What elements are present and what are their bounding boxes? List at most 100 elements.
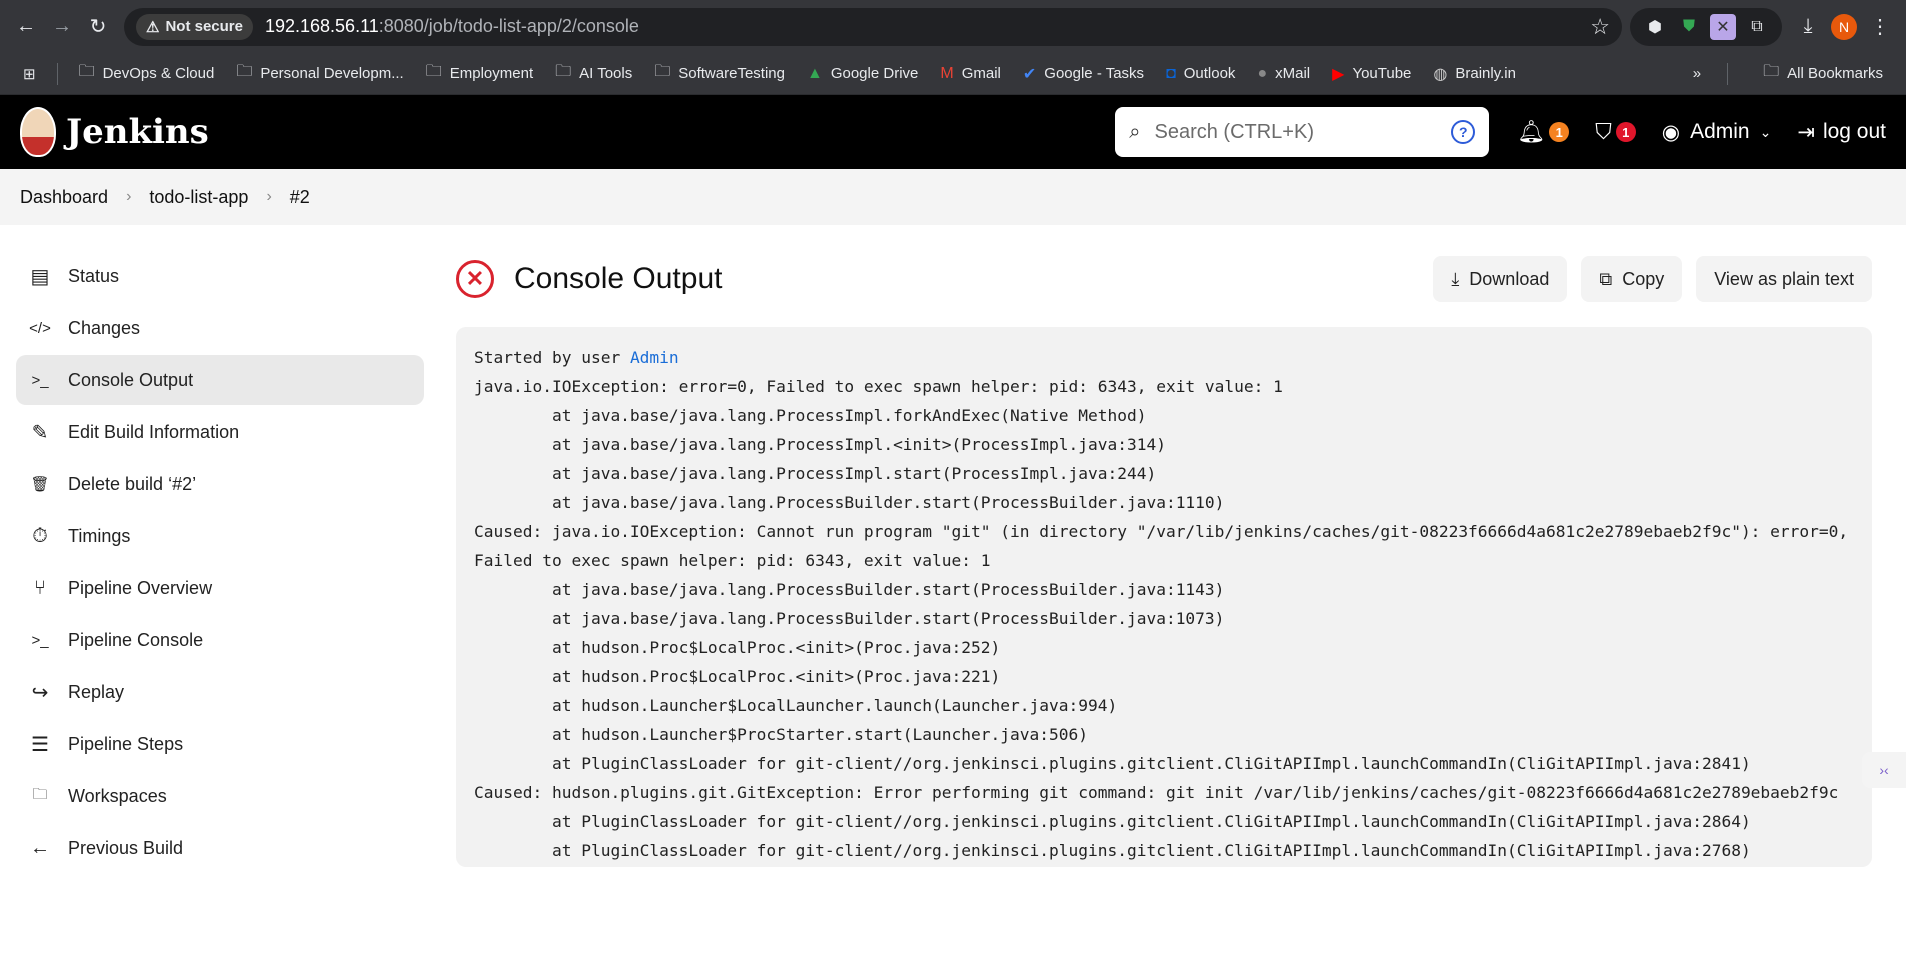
- download-icon: ⤓: [1451, 268, 1460, 289]
- user-icon: ◉: [1661, 120, 1681, 144]
- content: ✕ Console Output ⤓ Download ⧉ Copy View …: [440, 225, 1906, 901]
- bookmarks-divider-right: [1727, 62, 1729, 85]
- sidebar-item[interactable]: 🗀 Workspaces: [16, 771, 424, 821]
- sidebar-item[interactable]: ↪ Replay: [16, 667, 424, 717]
- bookmark-item[interactable]: 🗀 DevOps & Cloud: [70, 59, 224, 89]
- terminal-icon: >_: [31, 371, 49, 389]
- view-plain-text-button[interactable]: View as plain text: [1696, 256, 1872, 302]
- extensions-puzzle-icon[interactable]: ⧉: [1744, 14, 1770, 40]
- sidebar-item[interactable]: ⏱ Timings: [16, 511, 424, 561]
- download-button[interactable]: ⤓ Download: [1433, 256, 1568, 302]
- jenkins-logo[interactable]: Jenkins: [20, 107, 209, 157]
- sidebar-item[interactable]: 🗑 Delete build ‘#2’: [16, 459, 424, 509]
- notifications-button[interactable]: 🔔︎ 1: [1517, 119, 1570, 145]
- chevron-right-icon: ›: [266, 188, 272, 205]
- console-user-link[interactable]: Admin: [630, 348, 679, 367]
- bookmark-item[interactable]: ✔ Google - Tasks: [1014, 59, 1153, 89]
- jenkins-brand: Jenkins: [66, 112, 209, 152]
- console-line: at hudson.Launcher$ProcStarter.start(Lau…: [474, 725, 1088, 744]
- bookmark-label: Google - Tasks: [1044, 65, 1145, 82]
- code-icon: </>: [29, 319, 51, 337]
- sidebar-item-label: Timings: [68, 525, 131, 546]
- sidebar-item[interactable]: </> Changes: [16, 303, 424, 353]
- url-text[interactable]: 192.168.56.11:8080/job/todo-list-app/2/c…: [265, 16, 639, 37]
- bookmark-label: Brainly.in: [1455, 65, 1516, 82]
- copy-button[interactable]: ⧉ Copy: [1581, 256, 1683, 302]
- folder-icon: 🗀: [425, 63, 442, 80]
- console-line: at java.base/java.lang.ProcessImpl.start…: [474, 464, 1157, 483]
- reload-button[interactable]: ↻: [80, 9, 116, 45]
- back-button[interactable]: ←: [8, 9, 44, 45]
- status-icon: ▤: [30, 265, 50, 288]
- console-line: at PluginClassLoader for git-client//org…: [474, 754, 1751, 773]
- bookmark-item[interactable]: ◍ Brainly.in: [1424, 59, 1525, 89]
- extension-shield-icon[interactable]: ⛊: [1676, 14, 1702, 40]
- sidebar-item[interactable]: ✎ Edit Build Information: [16, 407, 424, 457]
- sidebar-item[interactable]: ▤ Status: [16, 251, 424, 301]
- sidebar-item-label: Replay: [68, 681, 125, 702]
- breadcrumb-dashboard[interactable]: Dashboard: [20, 187, 108, 208]
- sidebar-item-label: Changes: [68, 317, 141, 338]
- bookmark-star-icon[interactable]: ☆: [1590, 14, 1610, 40]
- sidebar-item[interactable]: >_ Console Output: [16, 355, 424, 405]
- search-input[interactable]: [1154, 120, 1438, 144]
- bookmark-list: 🗀 DevOps & Cloud 🗀 Personal Developm... 🗀 Emp…: [70, 59, 1525, 89]
- sidebar-item[interactable]: ☰ Pipeline Steps: [16, 719, 424, 769]
- bookmark-label: SoftwareTesting: [678, 65, 785, 82]
- security-button[interactable]: ⛉ 1: [1595, 119, 1636, 145]
- bookmark-label: Personal Developm...: [260, 65, 404, 82]
- console-line: at java.base/java.lang.ProcessBuilder.st…: [474, 609, 1225, 628]
- header-actions: 🔔︎ 1 ⛉ 1 ◉ Admin ⌄ ⇥ log out: [1517, 119, 1886, 145]
- console-line: Failed to exec spawn helper: pid: 6343, …: [474, 551, 991, 570]
- bookmark-item[interactable]: ● xMail: [1248, 59, 1319, 89]
- apps-grid-icon[interactable]: ⊞: [14, 59, 45, 89]
- bookmark-item[interactable]: ▲ Google Drive: [798, 59, 927, 89]
- console-line: java.io.IOException: error=0, Failed to …: [474, 377, 1283, 396]
- breadcrumb-job[interactable]: todo-list-app: [149, 187, 248, 208]
- user-menu[interactable]: ◉ Admin ⌄: [1662, 120, 1772, 145]
- folder-icon: 🗀: [1763, 63, 1780, 80]
- sidebar-item[interactable]: ⑂ Pipeline Overview: [16, 563, 424, 613]
- more-bookmarks-icon[interactable]: »: [1693, 65, 1701, 82]
- replay-icon: ↪: [31, 681, 49, 704]
- browser-menu-icon[interactable]: ⋮: [1862, 9, 1898, 45]
- console-line: at hudson.Launcher$LocalLauncher.launch(…: [474, 696, 1118, 715]
- sidebar-item[interactable]: ← Previous Build: [16, 823, 424, 873]
- profile-avatar[interactable]: N: [1826, 9, 1862, 45]
- bookmark-label: DevOps & Cloud: [102, 65, 215, 82]
- bookmark-item[interactable]: ◘ Outlook: [1157, 59, 1244, 89]
- console-line: at java.base/java.lang.ProcessImpl.<init…: [474, 435, 1166, 454]
- bookmark-item[interactable]: 🗀 Personal Developm...: [227, 59, 412, 89]
- all-bookmarks-folder[interactable]: 🗀 All Bookmarks: [1754, 59, 1892, 89]
- console-line: Caused: java.io.IOException: Cannot run …: [474, 522, 1849, 541]
- jenkins-search[interactable]: ⌕ ?: [1115, 107, 1490, 157]
- bookmark-item[interactable]: ▶ YouTube: [1323, 59, 1420, 89]
- extension-hex-icon[interactable]: ⬢: [1642, 14, 1668, 40]
- breadcrumb-build[interactable]: #2: [290, 187, 310, 208]
- bookmark-item[interactable]: M Gmail: [931, 59, 1010, 89]
- main-area: ▤ Status </> Changes >_ Console Output ✎ Edit B…: [0, 225, 1906, 901]
- breadcrumb: Dashboard › todo-list-app › #2: [0, 169, 1906, 225]
- help-icon[interactable]: ?: [1451, 120, 1476, 144]
- bookmark-label: Employment: [449, 65, 534, 82]
- download-icon[interactable]: ⤓: [1790, 9, 1826, 45]
- logout-link[interactable]: ⇥ log out: [1797, 120, 1886, 145]
- console-line: at java.base/java.lang.ProcessBuilder.st…: [474, 580, 1225, 599]
- bookmark-item[interactable]: 🗀 SoftwareTesting: [645, 59, 794, 89]
- bookmark-item[interactable]: 🗀 Employment: [417, 59, 542, 89]
- console-line: at PluginClassLoader for git-client//org…: [474, 841, 1751, 860]
- forward-button[interactable]: →: [44, 9, 80, 45]
- browser-toolbar: ← → ↻ ⚠ Not secure 192.168.56.11:8080/jo…: [0, 0, 1906, 53]
- download-label: Download: [1469, 268, 1550, 289]
- not-secure-chip[interactable]: ⚠ Not secure: [136, 13, 253, 40]
- extension-app-icon[interactable]: ✕: [1710, 13, 1736, 40]
- address-bar[interactable]: ⚠ Not secure 192.168.56.11:8080/job/todo…: [124, 7, 1622, 46]
- gmail-icon: M: [940, 64, 954, 82]
- bookmark-item[interactable]: 🗀 AI Tools: [546, 59, 641, 89]
- sidebar-item[interactable]: >_ Pipeline Console: [16, 615, 424, 665]
- bookmarks-right: » 🗀 All Bookmarks: [1693, 59, 1892, 89]
- side-panel-toggle-icon[interactable]: ›‹: [1862, 752, 1906, 788]
- bookmark-label: Google Drive: [830, 65, 919, 82]
- copy-icon: ⧉: [1599, 268, 1613, 289]
- console-line: at PluginClassLoader for git-client//org…: [474, 812, 1751, 831]
